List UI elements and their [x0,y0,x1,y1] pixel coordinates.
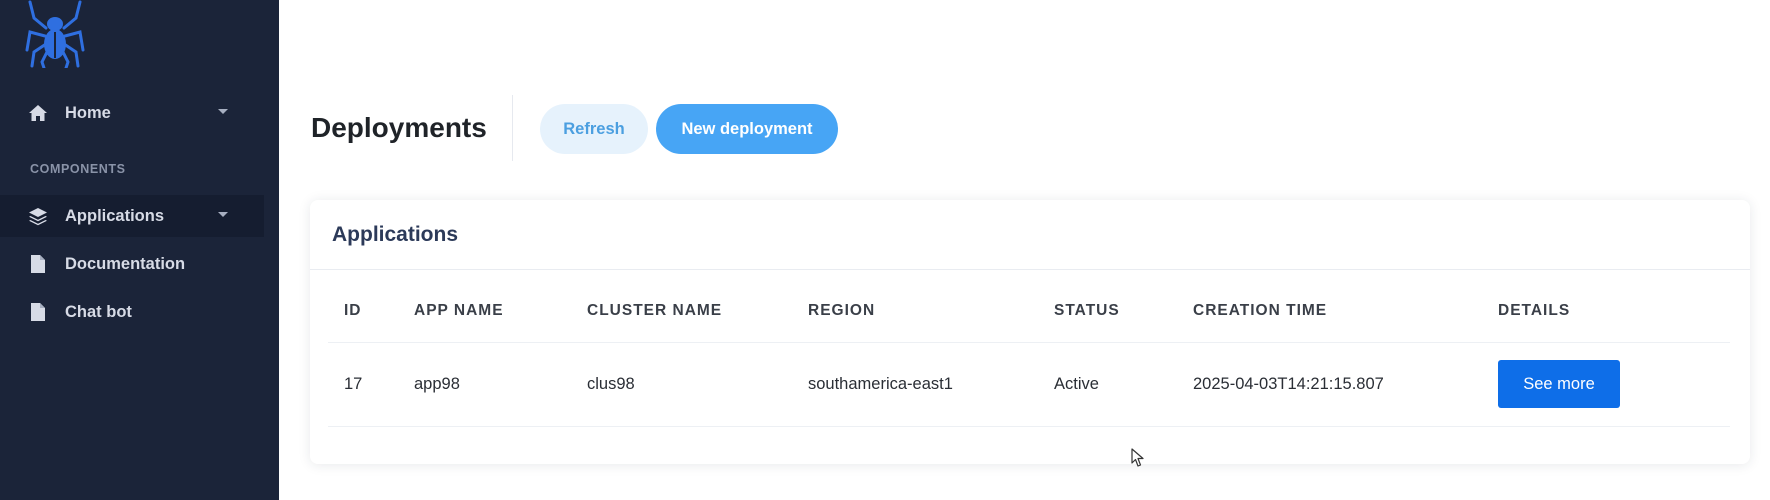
sidebar-item-applications[interactable]: Applications [0,195,264,237]
see-more-button[interactable]: See more [1498,360,1620,408]
card-header: Applications [310,200,1750,270]
sidebar-item-chat-bot[interactable]: Chat bot [0,291,264,333]
column-header-status: STATUS [1054,280,1193,343]
column-header-app-name: APP NAME [414,280,587,343]
column-header-id: ID [328,280,414,343]
layers-icon [27,205,49,227]
new-deployment-button[interactable]: New deployment [656,104,838,154]
home-icon [27,102,49,124]
sidebar-item-home[interactable]: Home [0,92,264,134]
main-content: Deployments Refresh New deployment Appli… [279,0,1770,500]
sidebar-item-label: Chat bot [65,302,132,321]
applications-table: ID APP NAME CLUSTER NAME REGION STATUS C… [328,280,1730,427]
cell-region: southamerica-east1 [808,342,1054,427]
page-title: Deployments [311,112,487,143]
chevron-down-icon [218,109,228,114]
column-header-details: DETAILS [1498,280,1730,343]
file-icon [27,301,49,323]
cell-cluster-name: clus98 [587,342,808,427]
table-row: 17 app98 clus98 southamerica-east1 Activ… [328,342,1730,427]
sidebar-item-label: Applications [65,206,165,225]
chevron-down-icon [218,212,228,217]
spider-logo-icon[interactable] [24,0,86,70]
cell-details: See more [1498,342,1730,427]
refresh-button[interactable]: Refresh [540,104,648,154]
section-label: COMPONENTS [30,162,126,176]
applications-card: Applications ID APP NAME CLUSTER NAME RE… [310,200,1750,464]
cell-creation-time: 2025-04-03T14:21:15.807 [1193,342,1498,427]
sidebar-item-documentation[interactable]: Documentation [0,243,264,285]
cell-status: Active [1054,342,1193,427]
sidebar: Home COMPONENTS Applications Documentati… [0,0,279,500]
column-header-cluster-name: CLUSTER NAME [587,280,808,343]
column-header-creation-time: CREATION TIME [1193,280,1498,343]
title-divider [512,95,513,161]
column-header-region: REGION [808,280,1054,343]
cell-app-name: app98 [414,342,587,427]
sidebar-item-label: Home [65,103,111,122]
mouse-cursor-icon [1131,448,1145,468]
file-icon [27,253,49,275]
sidebar-item-label: Documentation [65,254,186,273]
cell-id: 17 [328,342,414,427]
table-header-row: ID APP NAME CLUSTER NAME REGION STATUS C… [328,280,1730,343]
card-title: Applications [332,222,459,246]
